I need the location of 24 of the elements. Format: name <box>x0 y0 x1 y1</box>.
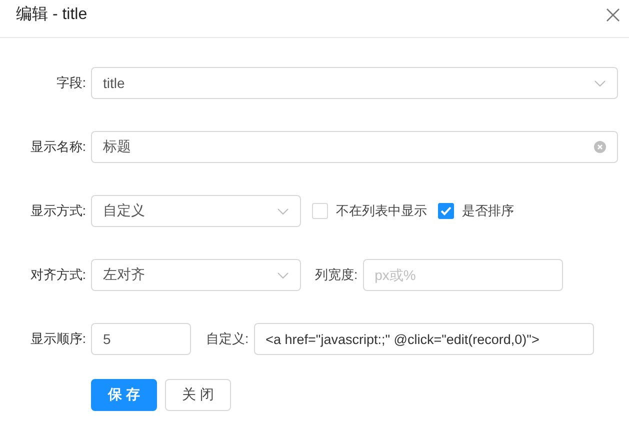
order-input[interactable]: 5 <box>91 323 191 355</box>
caret-icon <box>277 272 289 278</box>
custom-label: 自定义: <box>206 330 249 348</box>
field-label: 字段: <box>55 74 87 92</box>
caret-icon <box>277 208 289 214</box>
close-icon[interactable] <box>606 8 620 22</box>
column-width-input[interactable]: px或% <box>362 259 563 291</box>
display-name-label: 显示名称: <box>29 138 87 156</box>
checkbox[interactable] <box>438 203 454 219</box>
clear-icon[interactable] <box>594 141 606 153</box>
display-mode-select[interactable]: 自定义 <box>91 195 301 227</box>
display-name-input[interactable]: 标题 <box>91 131 618 163</box>
display-mode-label: 显示方式: <box>29 202 87 220</box>
caret-icon <box>594 80 606 86</box>
dialog-title: 编辑 - title <box>16 4 88 25</box>
checkbox-label: 是否排序 <box>462 202 514 220</box>
align-select[interactable]: 左对齐 <box>91 259 301 291</box>
custom-input[interactable]: <a href="javascript:;" @click="edit(record,0)"> <box>254 323 594 355</box>
order-label: 显示顺序: <box>29 330 87 348</box>
column-width-label: 列宽度: <box>315 266 358 284</box>
field-select[interactable]: title <box>91 67 618 99</box>
close-button[interactable]: 关 闭 <box>164 379 231 411</box>
checkbox-label: 不在列表中显示 <box>336 202 427 220</box>
align-label: 对齐方式: <box>29 266 87 284</box>
